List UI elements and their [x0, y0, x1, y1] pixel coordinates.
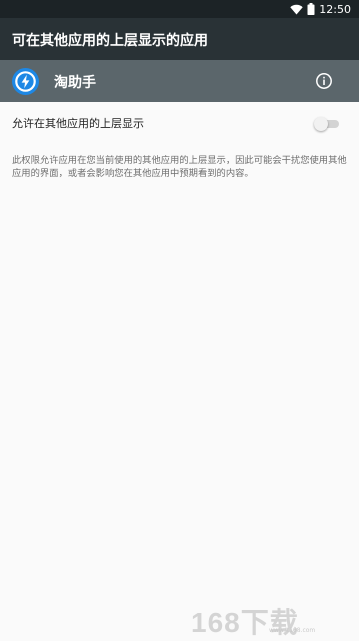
permission-description: 此权限允许应用在您当前使用的其他应用的上层显示，因此可能会干扰您使用其他应用的界… [12, 154, 348, 180]
app-icon [12, 68, 39, 95]
info-icon [315, 72, 333, 90]
app-name: 淘助手 [54, 72, 96, 92]
wifi-icon [290, 0, 303, 19]
status-bar: 12:50 [0, 0, 359, 18]
app-info-button[interactable] [315, 72, 333, 90]
overlay-permission-toggle[interactable] [314, 117, 340, 131]
watermark-logo: 168下载 www.it168.com [191, 601, 351, 635]
toggle-thumb [314, 117, 328, 131]
status-icons: 12:50 [290, 1, 351, 17]
overlay-permission-row[interactable]: 允许在其他应用的上层显示 [0, 104, 359, 142]
app-header: 淘助手 [0, 60, 359, 102]
battery-icon [307, 0, 315, 19]
status-time: 12:50 [319, 3, 351, 16]
page-title: 可在其他应用的上层显示的应用 [12, 30, 208, 50]
lightning-icon [12, 68, 39, 95]
watermark-url: www.it168.com [269, 627, 315, 634]
overlay-permission-label: 允许在其他应用的上层显示 [12, 115, 144, 131]
app-bar: 可在其他应用的上层显示的应用 [0, 18, 359, 60]
watermark-brand: 168下载 [191, 601, 299, 641]
